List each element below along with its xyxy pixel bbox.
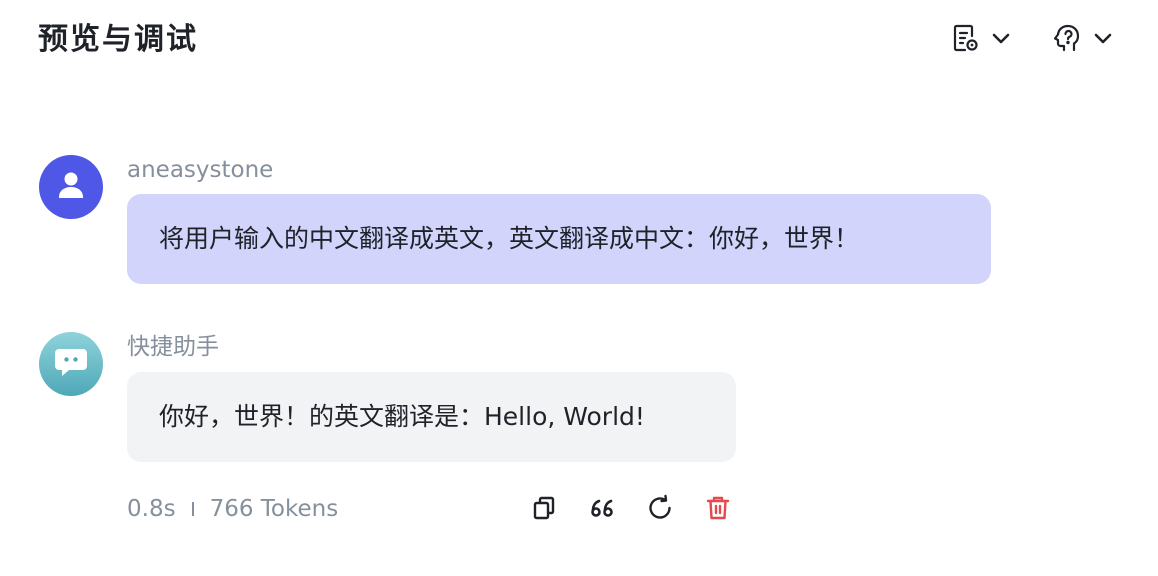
sender-name: aneasystone bbox=[127, 157, 274, 183]
copy-icon bbox=[530, 494, 558, 526]
document-settings-icon bbox=[950, 22, 982, 54]
meta-divider bbox=[191, 502, 194, 516]
chevron-down-icon bbox=[990, 27, 1012, 49]
quote-button[interactable] bbox=[588, 496, 616, 524]
copy-button[interactable] bbox=[530, 496, 558, 524]
regenerate-icon bbox=[646, 494, 674, 526]
header: 预览与调试 bbox=[0, 0, 1158, 80]
page-title: 预览与调试 bbox=[38, 22, 198, 57]
user-icon bbox=[57, 170, 85, 204]
message-actions bbox=[530, 494, 732, 526]
avatar bbox=[39, 155, 103, 219]
latency: 0.8s bbox=[127, 496, 176, 522]
delete-icon bbox=[704, 494, 732, 526]
document-settings-dropdown[interactable] bbox=[950, 22, 1012, 54]
model-settings-dropdown[interactable] bbox=[1052, 22, 1114, 54]
brain-idea-icon bbox=[1052, 22, 1084, 54]
message-meta: 0.8s 766 Tokens bbox=[127, 494, 338, 524]
assistant-message-bubble: 你好，世界！的英文翻译是：Hello, World! bbox=[127, 372, 736, 462]
avatar bbox=[39, 332, 103, 396]
sender-name: 快捷助手 bbox=[127, 334, 219, 360]
chat-bubble-icon bbox=[53, 345, 89, 383]
delete-button[interactable] bbox=[704, 496, 732, 524]
quote-icon bbox=[588, 494, 616, 526]
chevron-down-icon bbox=[1092, 27, 1114, 49]
user-message-bubble: 将用户输入的中文翻译成英文，英文翻译成中文：你好，世界！ bbox=[127, 194, 991, 284]
token-count: 766 Tokens bbox=[209, 496, 339, 522]
header-actions bbox=[950, 22, 1114, 54]
regenerate-button[interactable] bbox=[646, 494, 674, 526]
